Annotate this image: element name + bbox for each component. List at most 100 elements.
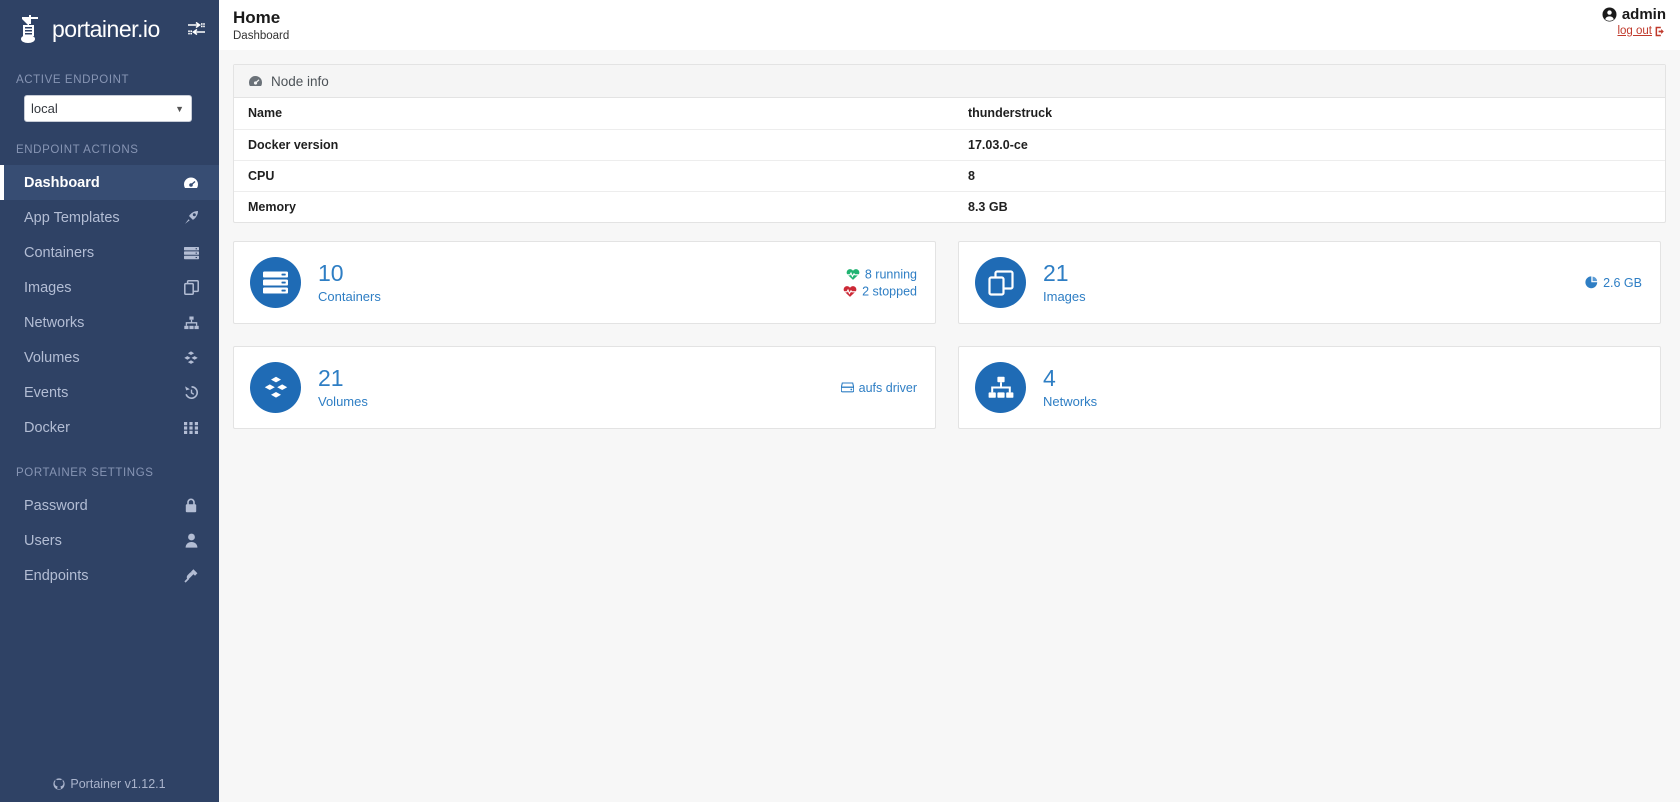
row-value: 8.3 GB: [954, 191, 1665, 222]
card-label: Volumes: [318, 394, 368, 409]
card-text: 21 Images: [1043, 261, 1086, 303]
clone-icon: [181, 280, 201, 295]
card-value: 4: [1043, 366, 1097, 390]
table-row: Name thunderstruck: [234, 98, 1665, 129]
sidebar-logo-text: portainer.io: [52, 18, 160, 41]
row-key: Docker version: [234, 129, 954, 160]
row-value: thunderstruck: [954, 98, 1665, 129]
card-value: 21: [1043, 261, 1086, 285]
topbar: Home Dashboard admin log out: [219, 0, 1680, 50]
cubes-icon: [181, 351, 201, 365]
main-area: Home Dashboard admin log out: [219, 0, 1680, 802]
volumes-driver: aufs driver: [841, 381, 917, 395]
sidebar-item-dashboard[interactable]: Dashboard: [0, 165, 219, 200]
user-name-label: admin: [1622, 6, 1666, 23]
stat-card-containers[interactable]: 10 Containers 8 running: [233, 241, 936, 324]
card-value: 10: [318, 261, 381, 285]
user-name-row[interactable]: admin: [1602, 6, 1666, 23]
sidebar: portainer.io ACTIVE ENDPOINT: [0, 0, 219, 802]
row-key: CPU: [234, 160, 954, 191]
stat-card-volumes[interactable]: 21 Volumes aufs driver: [233, 346, 936, 429]
tachometer-icon: [181, 176, 201, 190]
sidebar-item-label: Users: [24, 533, 181, 549]
sidebar-item-containers[interactable]: Containers: [0, 235, 219, 270]
server-icon: [250, 257, 301, 308]
card-meta: 2.6 GB: [1585, 276, 1642, 290]
hdd-icon: [841, 382, 854, 393]
sidebar-item-endpoints[interactable]: Endpoints: [0, 558, 219, 593]
tachometer-icon: [248, 75, 263, 88]
sidebar-footer-version: Portainer v1.12.1: [70, 777, 165, 791]
card-meta: aufs driver: [841, 381, 917, 395]
card-text: 21 Volumes: [318, 366, 368, 408]
server-icon: [181, 246, 201, 260]
table-row: CPU 8: [234, 160, 1665, 191]
user-block: admin log out: [1602, 6, 1666, 37]
containers-stopped-label: 2 stopped: [862, 284, 917, 298]
sidebar-item-events[interactable]: Events: [0, 375, 219, 410]
stat-card-images[interactable]: 21 Images 2.6 GB: [958, 241, 1661, 324]
heartbeat-icon: [843, 285, 857, 297]
sidebar-item-label: Docker: [24, 420, 181, 436]
page-subtitle: Dashboard: [233, 30, 289, 42]
sidebar-item-label: Events: [24, 385, 181, 401]
clone-icon: [975, 257, 1026, 308]
sidebar-logo[interactable]: portainer.io: [0, 6, 219, 52]
row-value: 8: [954, 160, 1665, 191]
chevron-down-icon: ▼: [175, 104, 184, 114]
card-label: Containers: [318, 289, 381, 304]
endpoint-actions-heading: ENDPOINT ACTIONS: [0, 144, 219, 156]
portainer-settings-heading: PORTAINER SETTINGS: [0, 467, 219, 479]
sign-out-icon: [1655, 26, 1666, 37]
plug-icon: [181, 568, 201, 583]
sidebar-item-label: App Templates: [24, 210, 181, 226]
endpoint-select-value: local: [31, 101, 58, 116]
active-endpoint-heading: ACTIVE ENDPOINT: [0, 74, 219, 86]
node-info-panel: Node info Name thunderstruck Docker vers…: [233, 64, 1666, 223]
lock-icon: [181, 498, 201, 513]
rocket-icon: [181, 210, 201, 225]
portainer-logo-icon: [18, 14, 44, 44]
sidebar-item-networks[interactable]: Networks: [0, 305, 219, 340]
user-icon: [181, 533, 201, 548]
portainer-app: portainer.io ACTIVE ENDPOINT: [0, 0, 1680, 802]
card-label: Images: [1043, 289, 1086, 304]
history-icon: [181, 385, 201, 400]
sidebar-item-label: Images: [24, 280, 181, 296]
sitemap-icon: [975, 362, 1026, 413]
page-title: Home: [233, 8, 289, 28]
sidebar-item-volumes[interactable]: Volumes: [0, 340, 219, 375]
sidebar-item-label: Password: [24, 498, 181, 514]
logout-link[interactable]: log out: [1602, 25, 1666, 37]
logout-label: log out: [1617, 25, 1652, 37]
sidebar-item-label: Containers: [24, 245, 181, 261]
th-grid-icon: [181, 421, 201, 435]
sidebar-item-images[interactable]: Images: [0, 270, 219, 305]
sidebar-item-label: Endpoints: [24, 568, 181, 584]
sidebar-item-docker[interactable]: Docker: [0, 410, 219, 445]
github-icon: [53, 778, 65, 790]
sidebar-item-label: Networks: [24, 315, 181, 331]
sidebar-item-password[interactable]: Password: [0, 488, 219, 523]
images-size: 2.6 GB: [1585, 276, 1642, 290]
sidebar-footer: Portainer v1.12.1: [0, 766, 219, 802]
table-row: Memory 8.3 GB: [234, 191, 1665, 222]
heartbeat-icon: [846, 268, 860, 280]
endpoint-select[interactable]: local ▼: [24, 95, 192, 122]
sidebar-item-users[interactable]: Users: [0, 523, 219, 558]
stat-card-networks[interactable]: 4 Networks: [958, 346, 1661, 429]
row-key: Memory: [234, 191, 954, 222]
cubes-icon: [250, 362, 301, 413]
node-info-title: Node info: [271, 74, 329, 89]
images-size-label: 2.6 GB: [1603, 276, 1642, 290]
sidebar-item-app-templates[interactable]: App Templates: [0, 200, 219, 235]
node-info-table: Name thunderstruck Docker version 17.03.…: [234, 98, 1665, 222]
card-meta: 8 running 2 stopped: [843, 267, 917, 298]
sidebar-toggle-icon[interactable]: [188, 22, 205, 36]
pie-chart-icon: [1585, 276, 1598, 289]
content-area: Node info Name thunderstruck Docker vers…: [219, 50, 1680, 802]
endpoint-select-wrap: local ▼: [0, 95, 219, 122]
sitemap-icon: [181, 316, 201, 330]
card-value: 21: [318, 366, 368, 390]
card-label: Networks: [1043, 394, 1097, 409]
